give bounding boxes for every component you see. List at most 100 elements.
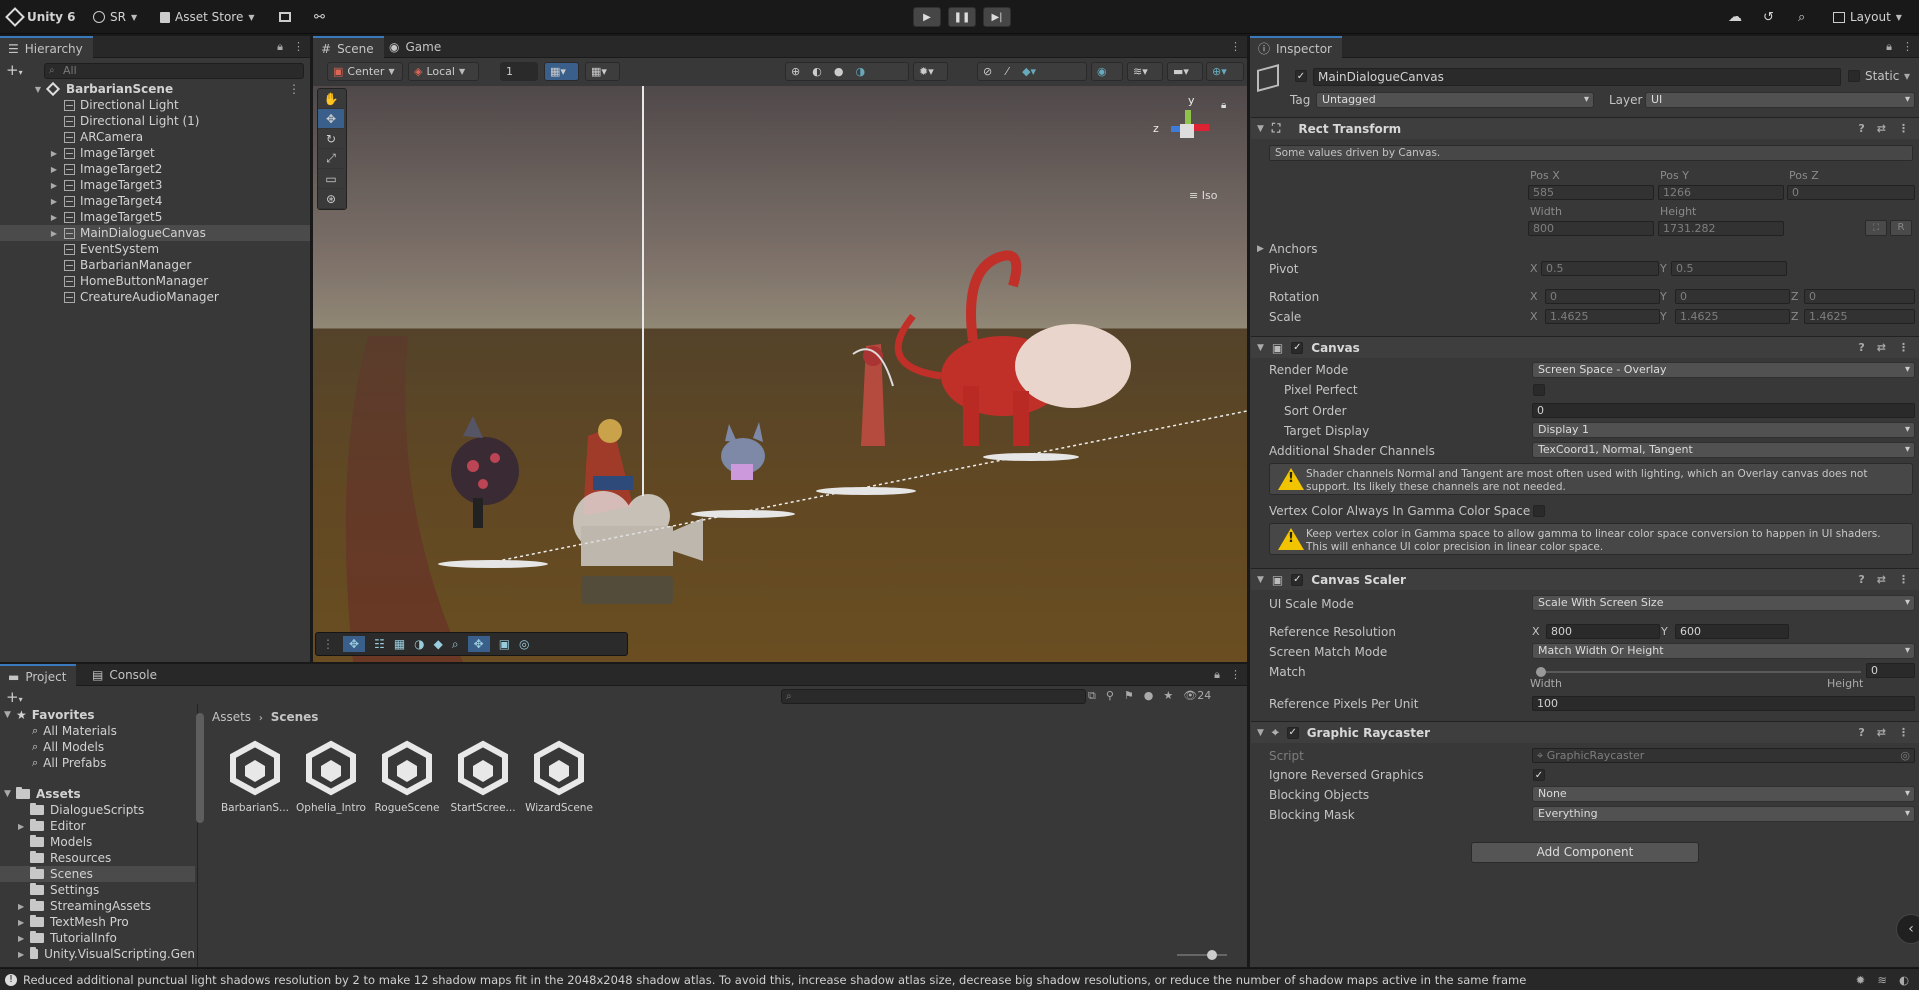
wireframe-icon[interactable]: ⊕	[791, 65, 800, 78]
expand-down-icon[interactable]: ▼	[32, 85, 44, 94]
star-icon[interactable]: ★	[1163, 689, 1173, 703]
breadcrumb-scenes[interactable]: Scenes	[271, 710, 319, 724]
expand-right-icon[interactable]: ▶	[48, 149, 60, 158]
more-icon[interactable]: ⋮	[1898, 341, 1909, 354]
pause-button[interactable]: ❚❚	[948, 7, 976, 27]
help-icon[interactable]: ?	[1858, 122, 1864, 135]
object-name-field[interactable]: MainDialogueCanvas	[1313, 68, 1841, 86]
ignore-reversed-checkbox[interactable]: ✓	[1533, 769, 1545, 781]
canvas-enabled-checkbox[interactable]: ✓	[1291, 341, 1304, 354]
icon-size-thumb[interactable]	[1207, 950, 1217, 960]
snap-settings-icon[interactable]: ☷	[374, 637, 385, 651]
effects-icon[interactable]: ◆▾	[1022, 65, 1036, 78]
collapse-side-icon[interactable]: ‹	[1896, 914, 1919, 944]
pan-icon[interactable]: ✥	[467, 636, 490, 652]
hierarchy-item[interactable]: Directional Light	[0, 97, 310, 113]
more-icon[interactable]: ⋮	[1898, 726, 1909, 739]
scene-visibility-toggle[interactable]: ◉	[1091, 62, 1123, 81]
lock-icon[interactable]: 🔒︎	[277, 40, 283, 54]
assets-header[interactable]: ▼ Assets	[0, 786, 195, 802]
folder-item[interactable]: Resources	[0, 850, 195, 866]
hierarchy-item[interactable]: ▶ MainDialogueCanvas	[0, 225, 310, 241]
match-slider-thumb[interactable]	[1536, 667, 1546, 677]
graphic-raycaster-header[interactable]: ▼ ⌖ ✓ Graphic Raycaster ? ⇄ ⋮	[1251, 721, 1919, 743]
camera-preview-icon[interactable]: ▣	[499, 637, 510, 651]
raycaster-enabled-checkbox[interactable]: ✓	[1286, 726, 1299, 739]
rotate-tool-icon[interactable]: ↻	[318, 129, 344, 149]
version-control-icon[interactable]: ⚯	[314, 8, 325, 26]
render-mode-dropdown[interactable]: Screen Space - Overlay	[1532, 362, 1915, 378]
scene-asset[interactable]: StartScree...	[446, 740, 520, 814]
hierarchy-item[interactable]: ARCamera	[0, 129, 310, 145]
cloud-icon[interactable]: ☁	[1728, 8, 1742, 26]
expand-right-icon[interactable]: ▶	[18, 918, 24, 927]
alert-icon[interactable]: ●	[1144, 689, 1154, 703]
folder-item[interactable]: ▶ Editor	[0, 818, 195, 834]
static-dropdown-icon[interactable]: ▾	[1904, 69, 1910, 83]
tab-scene[interactable]: # Scene	[313, 36, 384, 59]
account-dropdown[interactable]: SR ▼	[93, 8, 137, 26]
expand-right-icon[interactable]: ▶	[48, 165, 60, 174]
grid-snap-toggle[interactable]: ▦▾	[544, 62, 579, 81]
match-slider[interactable]	[1536, 667, 1861, 677]
blueprint-mode-button[interactable]: ⛶	[1865, 220, 1887, 236]
scene-asset[interactable]: RogueScene	[370, 740, 444, 814]
step-button[interactable]: ▶|	[983, 7, 1011, 27]
reference-x-field[interactable]: 800	[1546, 624, 1660, 639]
space-dropdown[interactable]: ◈ Local ▼	[408, 62, 479, 81]
shader-channels-dropdown[interactable]: TexCoord1, Normal, Tangent	[1532, 442, 1915, 458]
hierarchy-item[interactable]: ▶ ImageTarget2	[0, 161, 310, 177]
blocking-objects-dropdown[interactable]: None	[1532, 786, 1915, 802]
move-tool-icon[interactable]: ✥	[318, 109, 344, 129]
expand-right-icon[interactable]: ▶	[48, 229, 60, 238]
more-icon[interactable]: ⋮	[1902, 40, 1913, 54]
history-icon[interactable]: ↺	[1763, 8, 1774, 26]
rect-transform-header[interactable]: ▼ ⛶ Rect Transform ? ⇄ ⋮	[1251, 117, 1919, 139]
rect-tool-icon[interactable]: ▭	[318, 169, 344, 189]
folder-tree-scrollbar[interactable]	[196, 713, 204, 823]
sort-order-field[interactable]: 0	[1532, 403, 1915, 418]
audio-off-icon[interactable]: ⁄	[1006, 65, 1008, 78]
preset-icon[interactable]: ⇄	[1877, 726, 1886, 739]
compass-icon[interactable]: ◎	[519, 637, 529, 651]
scene-viewport[interactable]: ✋ ✥ ↻ ⤢ ▭ ⊛ y z ≡ Iso 🔒︎ ⋮ ✥ ☷ ▦ ◑ ◆ ⌕ ✥…	[313, 86, 1247, 662]
canvas-header[interactable]: ▼ ▣ ✓ Canvas ? ⇄ ⋮	[1251, 336, 1919, 358]
favorite-item[interactable]: ⌕ All Materials	[0, 723, 195, 739]
pivot-dropdown[interactable]: ▣ Center ▼	[327, 62, 403, 81]
layer-dropdown[interactable]: UI	[1645, 92, 1915, 108]
favorites-header[interactable]: ▼ ★ Favorites	[0, 707, 195, 723]
collapse-icon[interactable]: ▼	[1257, 728, 1264, 738]
folder-item[interactable]: DialogueScripts	[0, 802, 195, 818]
hierarchy-item[interactable]: EventSystem	[0, 241, 310, 257]
camera-dropdown[interactable]: ▬▾	[1167, 62, 1203, 81]
blocking-mask-dropdown[interactable]: Everything	[1532, 806, 1915, 822]
label-icon[interactable]: ⚑	[1124, 689, 1134, 703]
favorite-item[interactable]: ⌕ All Models	[0, 739, 195, 755]
filter-icon[interactable]: ⚲	[1106, 689, 1114, 703]
lighting-off-icon[interactable]: ⊘	[983, 65, 992, 78]
canvas-scaler-enabled-checkbox[interactable]: ✓	[1291, 573, 1304, 586]
scale-tool-icon[interactable]: ⤢	[318, 149, 344, 169]
more-icon[interactable]: ⋮	[293, 40, 304, 54]
expand-right-icon[interactable]: ▶	[18, 822, 24, 831]
expand-right-icon[interactable]: ▶	[18, 902, 24, 911]
unity-menu[interactable]: Unity 6	[5, 7, 76, 27]
layout-dropdown[interactable]: Layout ▼	[1833, 8, 1902, 26]
hierarchy-item[interactable]: ▶ ImageTarget3	[0, 177, 310, 193]
layers-dropdown[interactable]: ≋▾	[1127, 62, 1163, 81]
draw-mode-group[interactable]: ⊕ ◐ ● ◑	[785, 62, 909, 81]
scene-asset[interactable]: BarbarianS...	[218, 740, 292, 814]
progress-icon[interactable]: ◐	[1899, 973, 1909, 987]
pixel-perfect-checkbox[interactable]	[1533, 384, 1545, 396]
debug-draw-dropdown[interactable]: ✹▾	[913, 62, 948, 81]
transform-tool-icon[interactable]: ⊛	[318, 189, 344, 209]
anchors-foldout[interactable]: ▶ Anchors	[1257, 240, 1318, 258]
hierarchy-item[interactable]: ▶ ImageTarget5	[0, 209, 310, 225]
more-icon[interactable]: ⋮	[1898, 573, 1909, 586]
tag-dropdown[interactable]: Untagged	[1316, 92, 1594, 108]
increment-snap-toggle[interactable]: ▦▾	[585, 62, 620, 81]
zoom-icon[interactable]: ⌕	[452, 637, 459, 652]
expand-right-icon[interactable]: ▶	[48, 197, 60, 206]
collapse-icon[interactable]: ▼	[1257, 124, 1264, 134]
folder-item[interactable]: ▶ TextMesh Pro	[0, 914, 195, 930]
